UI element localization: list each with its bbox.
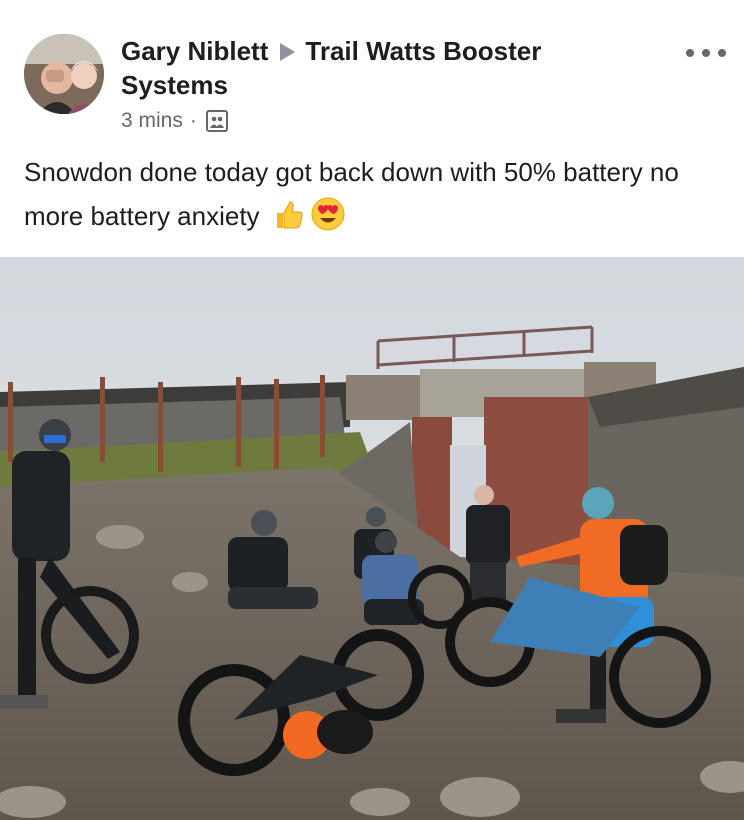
shared-to-arrow-icon bbox=[280, 43, 296, 62]
heart-eyes-emoji bbox=[311, 197, 345, 244]
thumbs-up-emoji bbox=[273, 199, 305, 244]
post-body: Snowdon done today got back down with 50… bbox=[24, 150, 724, 244]
post-title: Gary Niblett Trail Watts Booster Systems bbox=[121, 34, 641, 102]
more-dot-icon bbox=[686, 49, 694, 57]
meta-separator: · bbox=[189, 109, 197, 132]
mountain-bike-group-photo bbox=[0, 257, 744, 820]
author-avatar[interactable] bbox=[24, 34, 104, 114]
more-options-button[interactable] bbox=[686, 40, 726, 66]
author-name-link[interactable]: Gary Niblett bbox=[121, 36, 268, 66]
more-dot-icon bbox=[718, 49, 726, 57]
post-text: Snowdon done today got back down with 50… bbox=[24, 157, 679, 231]
more-dot-icon bbox=[702, 49, 710, 57]
public-audience-icon[interactable] bbox=[205, 110, 228, 132]
post-header: Gary Niblett Trail Watts Booster Systems … bbox=[0, 0, 744, 140]
profile-photo-icon bbox=[24, 34, 104, 114]
post-photo[interactable] bbox=[0, 257, 744, 820]
post-meta: 3 mins · bbox=[121, 106, 228, 136]
post-timestamp[interactable]: 3 mins bbox=[121, 109, 183, 133]
